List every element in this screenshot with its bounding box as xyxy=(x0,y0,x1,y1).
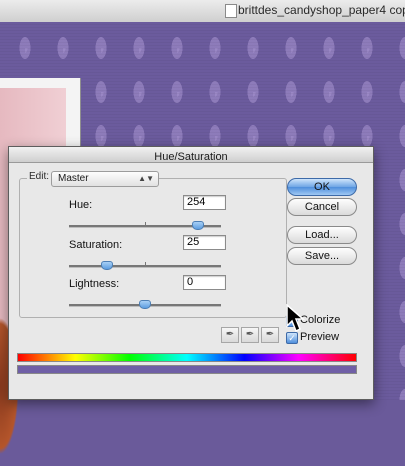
saturation-input[interactable]: 25 xyxy=(183,235,226,250)
hue-slider[interactable] xyxy=(69,221,221,230)
dialog-titlebar[interactable]: Hue/Saturation xyxy=(9,147,373,163)
saturation-slider-center-tick xyxy=(145,262,146,267)
edit-label: Edit: xyxy=(27,171,52,182)
document-titlebar: brittdes_candyshop_paper4 copy xyxy=(0,0,405,23)
eyedropper-minus-icon[interactable]: ✒ xyxy=(261,327,279,343)
hue-label: Hue: xyxy=(69,199,93,211)
hue-slider-center-tick xyxy=(145,222,146,227)
output-color-bar xyxy=(17,365,357,374)
saturation-label: Saturation: xyxy=(69,239,123,251)
cancel-button[interactable]: Cancel xyxy=(287,198,357,216)
lightness-slider-thumb[interactable] xyxy=(139,300,151,309)
dialog-title: Hue/Saturation xyxy=(154,151,228,163)
ok-button[interactable]: OK xyxy=(287,178,357,196)
hue-input[interactable]: 254 xyxy=(183,195,226,210)
saturation-slider-thumb[interactable] xyxy=(101,261,113,270)
saturation-slider[interactable] xyxy=(69,261,221,270)
document-title: brittdes_candyshop_paper4 copy xyxy=(238,3,405,17)
edit-channel-value: Master xyxy=(58,173,89,184)
select-arrows-icon: ▲▼ xyxy=(138,174,154,183)
input-color-spectrum-bar xyxy=(17,353,357,362)
adjustment-group xyxy=(19,178,287,318)
load-button[interactable]: Load... xyxy=(287,226,357,244)
hue-saturation-dialog: Hue/Saturation Edit: Master ▲▼ Hue: 254 … xyxy=(8,146,374,400)
lightness-input[interactable]: 0 xyxy=(183,275,226,290)
lightness-label: Lightness: xyxy=(69,278,120,290)
document-icon xyxy=(225,4,237,18)
eyedropper-icon[interactable]: ✒ xyxy=(221,327,239,343)
lightness-slider[interactable] xyxy=(69,300,221,309)
save-button[interactable]: Save... xyxy=(287,247,357,265)
eyedropper-plus-icon[interactable]: ✒ xyxy=(241,327,259,343)
hue-slider-thumb[interactable] xyxy=(192,221,205,230)
edit-channel-select[interactable]: Master ▲▼ xyxy=(51,171,159,187)
